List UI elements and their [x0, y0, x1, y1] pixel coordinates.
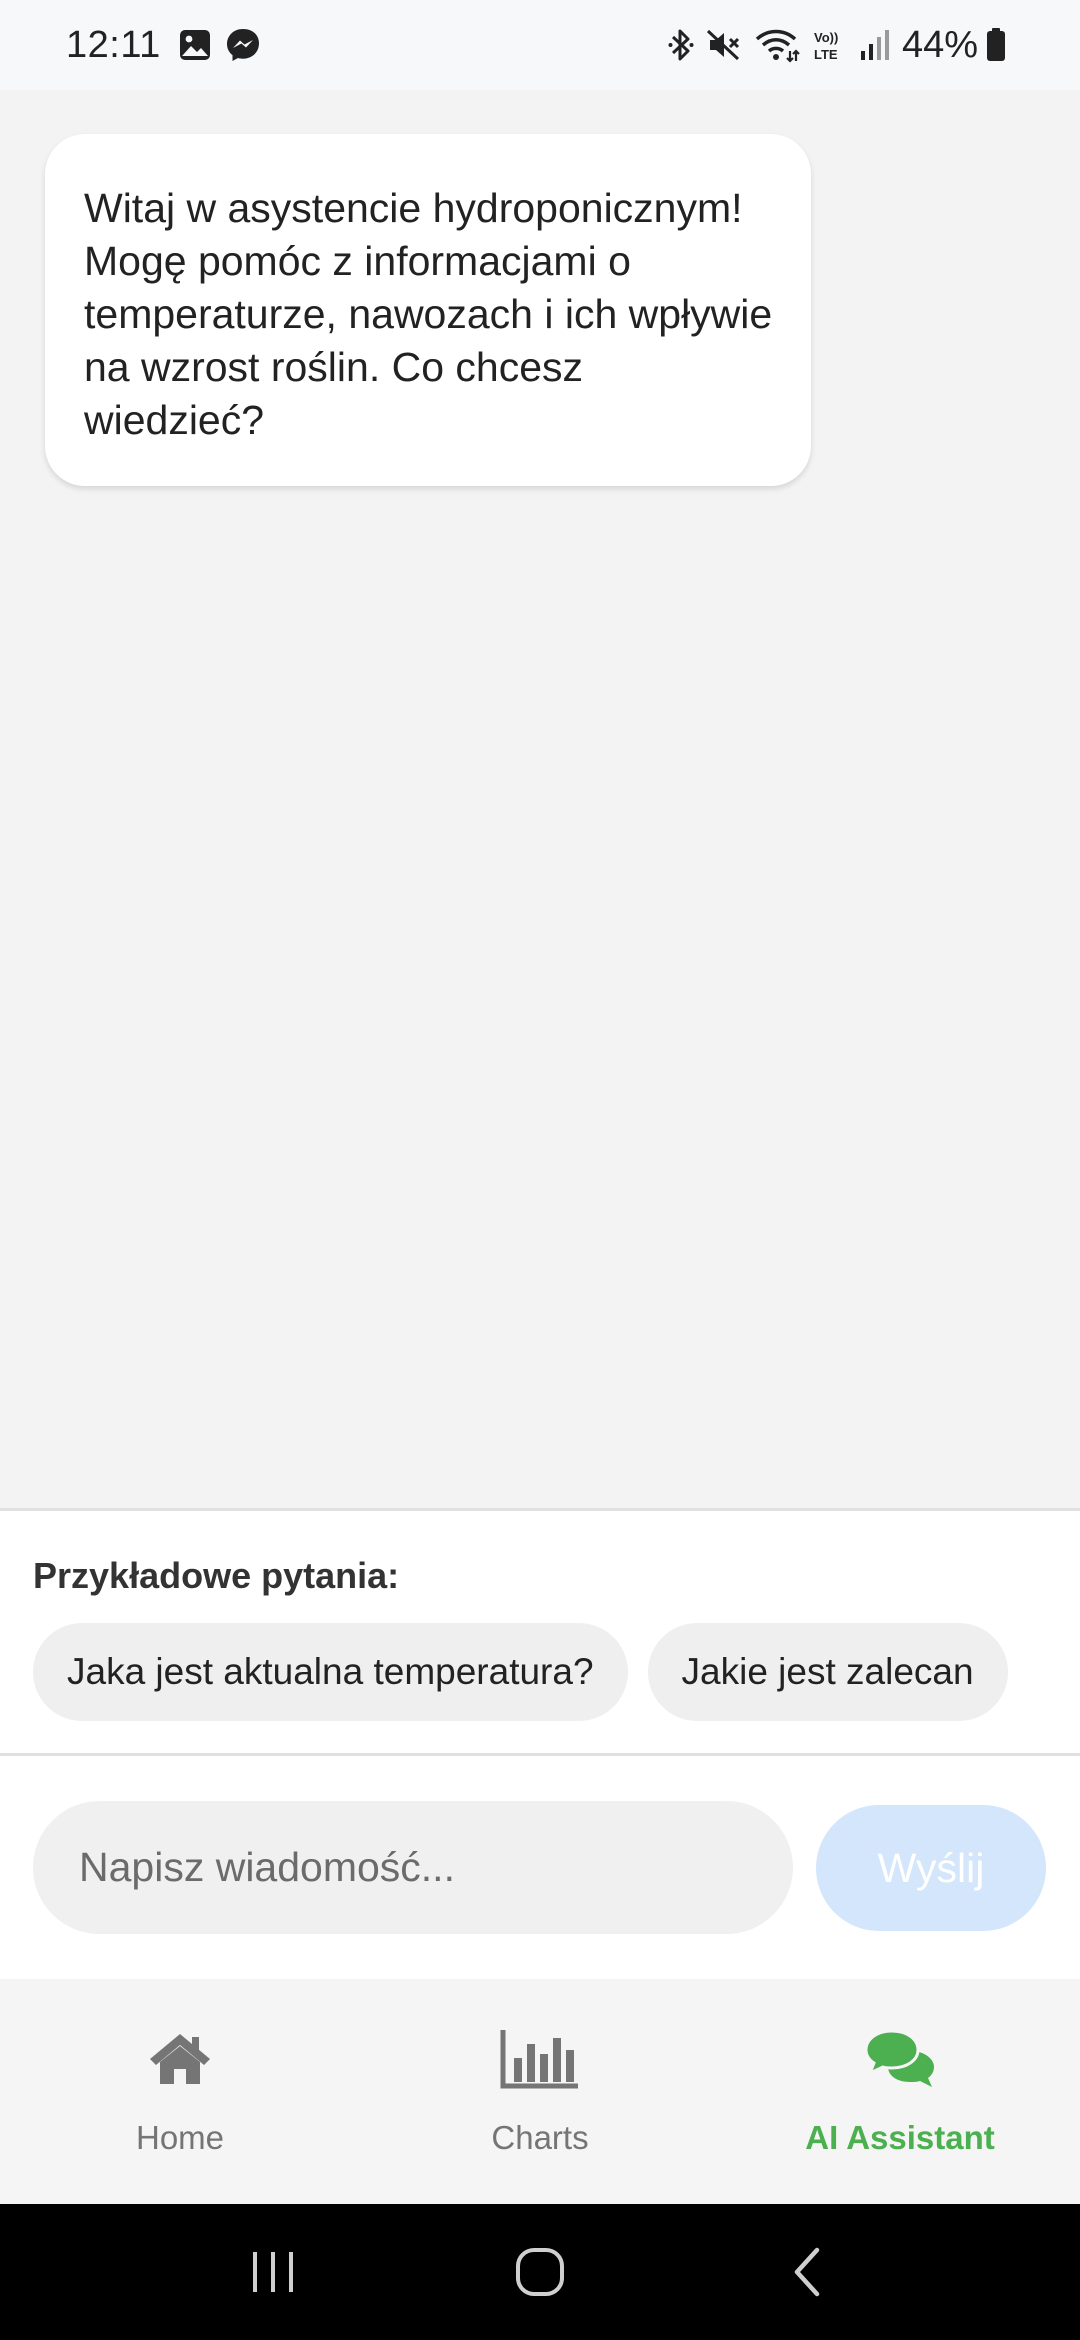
assistant-message-bubble: Witaj w asystencie hydroponicznym! Mogę … — [45, 134, 811, 486]
message-input[interactable] — [33, 1801, 793, 1934]
home-icon — [148, 2026, 212, 2092]
battery-percent: 44% — [901, 23, 978, 66]
suggestion-chips-scroller[interactable]: Jaka jest aktualna temperatura? Jakie jes… — [33, 1623, 1046, 1725]
suggested-questions-title: Przykładowe pytania: — [33, 1555, 400, 1596]
signal-icon — [860, 29, 890, 61]
send-button[interactable]: Wyślij — [816, 1805, 1046, 1931]
system-navigation-bar — [0, 2204, 1080, 2340]
volte-top-text: Vo)) — [814, 30, 838, 45]
nav-label-charts: Charts — [491, 2119, 589, 2156]
chat-messages-area[interactable]: Witaj w asystencie hydroponicznym! Mogę … — [0, 90, 1080, 1508]
home-circle-icon[interactable] — [495, 2227, 585, 2317]
suggested-questions-panel: Przykładowe pytania: Jaka jest aktualna … — [0, 1508, 1080, 1756]
bluetooth-icon — [668, 27, 694, 63]
back-icon[interactable] — [762, 2227, 852, 2317]
recents-icon[interactable] — [228, 2227, 318, 2317]
bar-chart-icon — [500, 2026, 580, 2092]
bottom-navigation: Home Charts AI Assistant — [0, 1979, 1080, 2204]
wifi-icon — [754, 27, 800, 63]
messenger-icon — [225, 27, 261, 63]
message-composer: Wyślij — [0, 1756, 1080, 1979]
suggestion-chip[interactable]: Jaka jest aktualna temperatura? — [33, 1623, 628, 1721]
status-bar-right: Vo)) LTE 44% — [668, 24, 1018, 67]
nav-item-ai-assistant[interactable]: AI Assistant — [720, 1979, 1080, 2204]
assistant-message-text: Witaj w asystencie hydroponicznym! Mogę … — [84, 185, 773, 443]
volte-bottom-text: LTE — [814, 47, 838, 62]
chat-bubbles-icon — [864, 2026, 936, 2092]
status-time: 12:11 — [66, 23, 161, 66]
nav-item-home[interactable]: Home — [0, 1979, 360, 2204]
status-bar: 12:11 Vo)) LTE 44% — [0, 0, 1080, 90]
gallery-icon — [179, 29, 211, 61]
suggestion-chip[interactable]: Jakie jest zalecan — [647, 1623, 1008, 1721]
nav-label-ai-assistant: AI Assistant — [805, 2119, 995, 2156]
mute-icon — [706, 27, 742, 63]
status-bar-left: 12:11 — [66, 24, 275, 67]
nav-item-charts[interactable]: Charts — [360, 1979, 720, 2204]
nav-label-home: Home — [135, 2119, 225, 2156]
battery-icon — [986, 28, 1006, 62]
volte-icon: Vo)) LTE — [812, 27, 848, 63]
